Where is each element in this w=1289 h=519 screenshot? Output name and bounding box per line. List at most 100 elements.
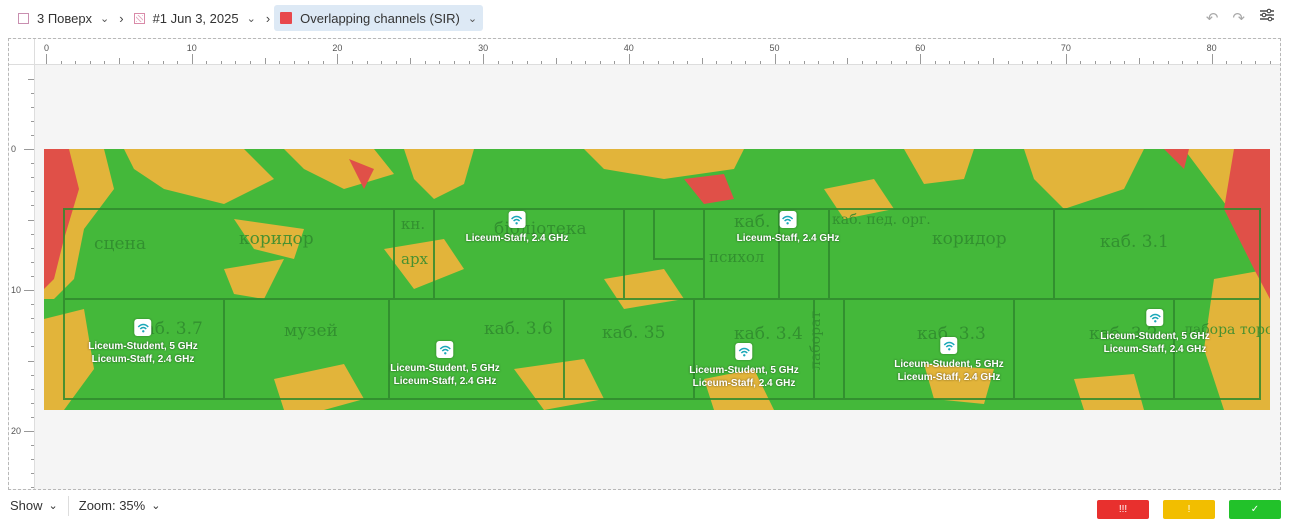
ruler-tick xyxy=(963,61,965,64)
redo-icon[interactable]: ↷ xyxy=(1232,9,1245,27)
ruler-tick xyxy=(949,61,951,64)
ruler-tick xyxy=(541,61,543,64)
bottom-bar: Show ⌄ Zoom: 35% ⌄ !!! ! ✓ xyxy=(0,494,1289,519)
ruler-tick xyxy=(31,487,34,489)
room-label: музей xyxy=(284,321,338,341)
chevron-down-icon[interactable]: ⌄ xyxy=(100,12,109,25)
ruler-tick xyxy=(24,149,34,150)
ruler-tick xyxy=(643,61,645,64)
wifi-icon xyxy=(779,211,797,228)
breadcrumb-floor[interactable]: 3 Поверх ⌄ xyxy=(12,5,115,31)
ap-label: Liceum-Student, 5 GHz xyxy=(1100,331,1210,342)
ruler-tick xyxy=(31,388,34,390)
ruler-tick xyxy=(1124,61,1126,64)
ap-label: Liceum-Staff, 2.4 GHz xyxy=(736,233,840,244)
chevron-right-icon: › xyxy=(119,10,124,26)
access-point[interactable]: Liceum-Student, 5 GHz Liceum-Staff, 2.4 … xyxy=(390,341,500,388)
ruler-tick xyxy=(31,134,34,136)
horizontal-ruler: 0 10 20 30 40 50 60 70 80 xyxy=(9,39,1280,65)
legend-bad[interactable]: !!! xyxy=(1097,500,1149,519)
ruler-tick xyxy=(31,191,34,193)
ruler-tick xyxy=(89,61,91,64)
ruler-label: 40 xyxy=(623,43,634,53)
vertical-ruler: 0 10 20 xyxy=(9,39,35,489)
ruler-tick xyxy=(483,54,485,64)
chevron-down-icon[interactable]: ⌄ xyxy=(247,12,256,25)
map-canvas[interactable]: 0 10 20 30 40 50 60 70 80 0 10 20 сцена … xyxy=(8,38,1281,490)
ruler-tick xyxy=(31,374,34,376)
ruler-tick xyxy=(1240,61,1242,64)
access-point[interactable]: Liceum-Student, 5 GHz Liceum-Staff, 2.4 … xyxy=(689,343,799,390)
ap-label: Liceum-Staff, 2.4 GHz xyxy=(897,372,1001,383)
zoom-dropdown[interactable]: Zoom: 35% ⌄ xyxy=(67,495,171,516)
ruler-tick xyxy=(1255,61,1257,64)
access-point[interactable]: Liceum-Student, 5 GHz Liceum-Staff, 2.4 … xyxy=(894,337,1004,384)
ruler-tick xyxy=(657,61,659,64)
ruler-tick xyxy=(1051,61,1053,64)
ruler-tick xyxy=(905,61,907,64)
access-point[interactable]: Liceum-Student, 5 GHz Liceum-Staff, 2.4 … xyxy=(1100,309,1210,356)
ap-label: Liceum-Staff, 2.4 GHz xyxy=(393,376,497,387)
ruler-tick xyxy=(249,61,251,64)
room-label: коридор xyxy=(239,229,314,249)
ruler-tick xyxy=(308,61,310,64)
ruler-tick xyxy=(279,61,281,64)
ruler-tick xyxy=(366,61,368,64)
floorplan-icon xyxy=(133,12,145,24)
room-label: психол xyxy=(709,248,764,266)
breadcrumb-plan[interactable]: #1 Jun 3, 2025 ⌄ xyxy=(128,5,262,31)
breadcrumb-visualization[interactable]: Overlapping channels (SIR) ⌄ xyxy=(274,5,484,31)
ruler-tick xyxy=(716,61,718,64)
ruler-tick xyxy=(599,61,601,64)
ruler-tick xyxy=(24,431,34,432)
room-label: лаборат xyxy=(808,311,824,370)
chevron-down-icon[interactable]: ⌄ xyxy=(468,12,477,25)
ruler-tick xyxy=(31,120,34,122)
access-point[interactable]: Liceum-Student, 5 GHz Liceum-Staff, 2.4 … xyxy=(88,319,198,366)
show-dropdown[interactable]: Show ⌄ xyxy=(0,496,68,516)
breadcrumb-floor-label: 3 Поверх xyxy=(37,10,92,26)
ruler-tick xyxy=(526,61,528,64)
access-point[interactable]: Liceum-Staff, 2.4 GHz xyxy=(736,211,840,245)
ruler-tick xyxy=(31,402,34,404)
ruler-tick xyxy=(410,58,412,64)
ruler-tick xyxy=(31,261,34,263)
ruler-tick xyxy=(118,58,120,64)
ruler-tick xyxy=(191,54,193,64)
ruler-tick xyxy=(31,445,34,447)
show-label: Show xyxy=(10,498,43,513)
sir-heatmap[interactable]: сцена коридор кн. арх бібліотека каб. пс… xyxy=(44,149,1270,410)
ruler-tick xyxy=(60,61,62,64)
filter-settings-icon[interactable] xyxy=(1259,8,1275,27)
ruler-tick xyxy=(847,58,849,64)
wifi-icon xyxy=(436,341,454,358)
room-label: каб. 35 xyxy=(602,323,665,343)
ruler-tick xyxy=(31,106,34,108)
ruler-tick xyxy=(730,61,732,64)
ruler-tick xyxy=(28,219,34,221)
ruler-tick xyxy=(555,58,557,64)
ruler-tick xyxy=(1022,61,1024,64)
ruler-tick xyxy=(1153,61,1155,64)
ruler-tick xyxy=(1226,61,1228,64)
ruler-tick xyxy=(861,61,863,64)
ruler-tick xyxy=(31,332,34,334)
legend-warning[interactable]: ! xyxy=(1163,500,1215,519)
sir-legend: !!! ! ✓ xyxy=(1097,500,1281,519)
undo-icon[interactable]: ↶ xyxy=(1206,9,1219,27)
ruler-tick xyxy=(31,92,34,94)
ruler-tick xyxy=(1167,61,1169,64)
ruler-tick xyxy=(978,61,980,64)
ruler-tick xyxy=(177,61,179,64)
legend-good[interactable]: ✓ xyxy=(1229,500,1281,519)
room-label: каб. пед. орг. xyxy=(832,212,931,228)
ruler-tick xyxy=(133,61,135,64)
ap-label: Liceum-Student, 5 GHz xyxy=(390,363,500,374)
ruler-tick xyxy=(31,416,34,418)
toolbar: ↶ ↷ xyxy=(1206,8,1275,27)
ruler-tick xyxy=(31,459,34,461)
ruler-tick xyxy=(1036,61,1038,64)
ruler-tick xyxy=(1007,61,1009,64)
access-point[interactable]: Liceum-Staff, 2.4 GHz xyxy=(466,211,568,245)
chevron-down-icon: ⌄ xyxy=(151,500,161,512)
